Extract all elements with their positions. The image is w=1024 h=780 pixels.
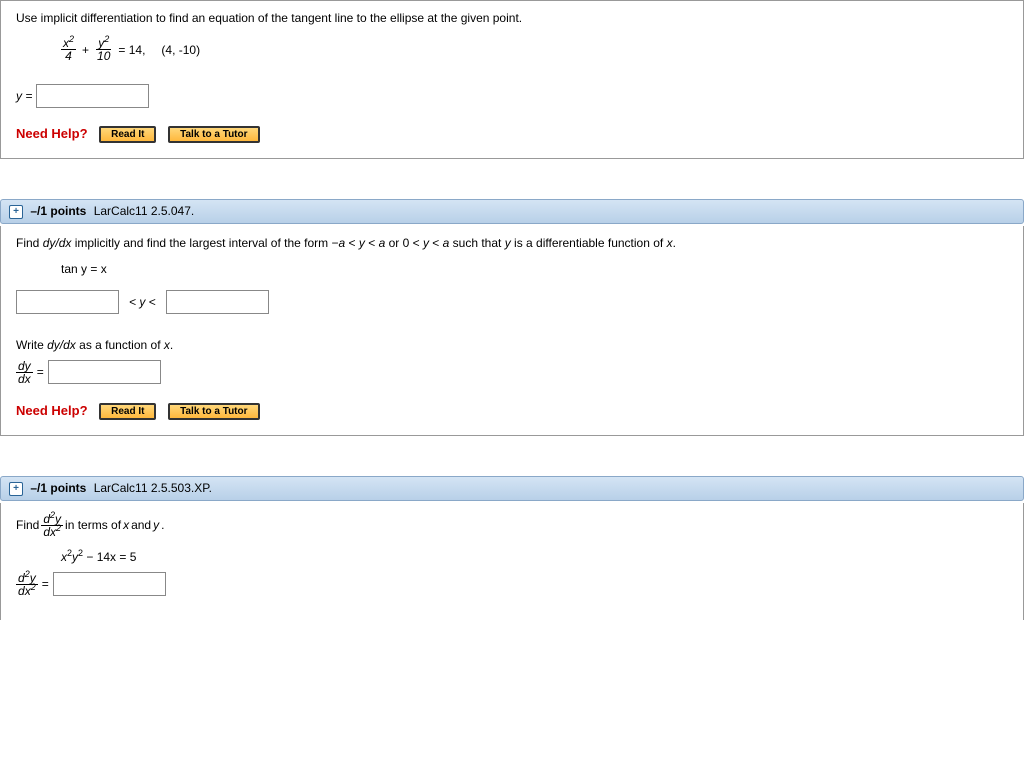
q2-points-header: + –/1 points LarCalc11 2.5.047. xyxy=(0,199,1024,224)
q2-write-prompt: Write dy/dx as a function of x. xyxy=(16,338,1008,352)
interval-label: < y < xyxy=(129,295,156,309)
fraction-y2-10: y2 10 xyxy=(95,37,112,62)
q2-dydx-row: dy dx = xyxy=(16,360,1008,385)
q3-points: –/1 points xyxy=(30,481,86,495)
q3-points-header: + –/1 points LarCalc11 2.5.503.XP. xyxy=(0,476,1024,501)
q2-reference: LarCalc11 2.5.047. xyxy=(94,204,195,218)
q3-reference: LarCalc11 2.5.503.XP. xyxy=(94,481,212,495)
q3-answer-input[interactable] xyxy=(53,572,166,596)
read-it-button[interactable]: Read It xyxy=(99,403,156,420)
question-3: Find d2y dx2 in terms of x and y. x2y2 −… xyxy=(0,503,1024,620)
fraction-d2ydx2: d2y dx2 xyxy=(16,572,38,597)
need-help-label: Need Help? xyxy=(16,126,88,141)
expand-icon[interactable]: + xyxy=(9,482,23,496)
y-equals-label: y = xyxy=(16,89,32,103)
question-1: Use implicit differentiation to find an … xyxy=(0,0,1024,159)
q2-dydx-input[interactable] xyxy=(48,360,161,384)
q1-answer-input[interactable] xyxy=(36,84,149,108)
q2-interval-upper-input[interactable] xyxy=(166,290,269,314)
need-help-row: Need Help? Read It Talk to a Tutor xyxy=(16,126,1008,143)
q2-instruction: Find dy/dx implicitly and find the large… xyxy=(16,236,1008,250)
fraction-d2ydx2: d2y dx2 xyxy=(41,513,63,538)
q1-point: (4, -10) xyxy=(161,43,200,57)
fraction-dydx: dy dx xyxy=(16,360,33,385)
expand-icon[interactable]: + xyxy=(9,205,23,219)
q1-instruction: Use implicit differentiation to find an … xyxy=(16,11,1008,25)
fraction-x2-4: x2 4 xyxy=(61,37,76,62)
read-it-button[interactable]: Read It xyxy=(99,126,156,143)
talk-to-tutor-button[interactable]: Talk to a Tutor xyxy=(168,403,259,420)
q3-answer-row: d2y dx2 = xyxy=(16,572,1008,597)
q2-interval-lower-input[interactable] xyxy=(16,290,119,314)
need-help-label: Need Help? xyxy=(16,403,88,418)
question-2: Find dy/dx implicitly and find the large… xyxy=(0,226,1024,436)
q1-equation: x2 4 + y2 10 = 14, (4, -10) xyxy=(61,37,1008,62)
talk-to-tutor-button[interactable]: Talk to a Tutor xyxy=(168,126,259,143)
q3-instruction: Find d2y dx2 in terms of x and y. xyxy=(16,513,1008,538)
q2-interval-row: < y < xyxy=(16,290,1008,314)
q1-answer-row: y = xyxy=(16,84,1008,108)
q3-equation: x2y2 − 14x = 5 xyxy=(61,550,1008,564)
need-help-row: Need Help? Read It Talk to a Tutor xyxy=(16,403,1008,420)
q2-equation: tan y = x xyxy=(61,262,1008,276)
q2-points: –/1 points xyxy=(30,204,86,218)
